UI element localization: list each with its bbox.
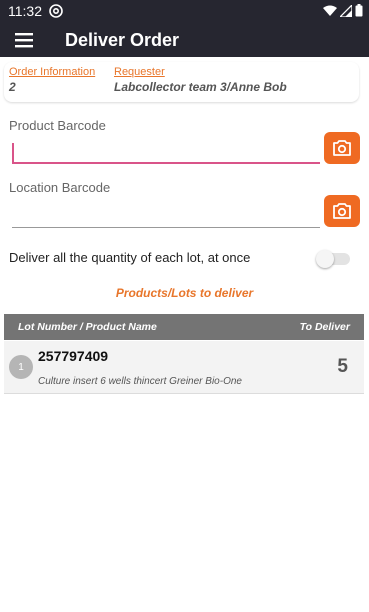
text-cursor [12, 143, 14, 163]
requester-value: Labcollector team 3/Anne Bob [114, 80, 287, 94]
status-bar: 11:32 [0, 0, 369, 24]
to-deliver-quantity: 5 [337, 356, 348, 377]
product-barcode-camera-button[interactable] [324, 132, 360, 164]
location-barcode-label: Location Barcode [9, 180, 111, 195]
deliver-all-label: Deliver all the quantity of each lot, at… [9, 250, 251, 265]
requester-link[interactable]: Requester [114, 66, 287, 78]
product-name: Culture insert 6 wells thincert Greiner … [38, 376, 242, 387]
deliver-all-toggle[interactable] [316, 250, 352, 268]
row-index-badge: 1 [9, 355, 33, 379]
location-barcode-input[interactable] [12, 204, 320, 228]
order-info-column: Order Information 2 [9, 66, 95, 94]
camera-icon [333, 140, 351, 156]
app-bar: Deliver Order [0, 24, 369, 57]
toggle-thumb [316, 250, 334, 268]
order-information-link[interactable]: Order Information [9, 66, 95, 78]
page-title: Deliver Order [65, 30, 180, 50]
order-number-value: 2 [9, 80, 16, 94]
hamburger-menu-icon[interactable] [14, 31, 34, 49]
status-icons [323, 4, 363, 17]
lot-column-header: Lot Number / Product Name [18, 321, 157, 333]
location-barcode-camera-button[interactable] [324, 195, 360, 227]
requester-column: Requester Labcollector team 3/Anne Bob [114, 66, 287, 94]
battery-icon [355, 4, 363, 17]
table-header: Lot Number / Product Name To Deliver [4, 314, 364, 340]
signal-icon [340, 4, 352, 17]
table-row[interactable]: 1 257797409 Culture insert 6 wells thinc… [4, 341, 364, 394]
camera-icon [333, 203, 351, 219]
lot-number: 257797409 [38, 348, 109, 364]
to-deliver-column-header: To Deliver [299, 321, 350, 333]
product-barcode-input[interactable] [12, 140, 320, 164]
status-time: 11:32 [8, 3, 42, 19]
order-info-card: Order Information 2 Requester Labcollect… [4, 62, 359, 102]
wifi-icon [323, 5, 337, 16]
product-barcode-label: Product Barcode [9, 118, 106, 133]
products-lots-section-title: Products/Lots to deliver [115, 286, 254, 300]
at-sign-icon [49, 4, 63, 18]
